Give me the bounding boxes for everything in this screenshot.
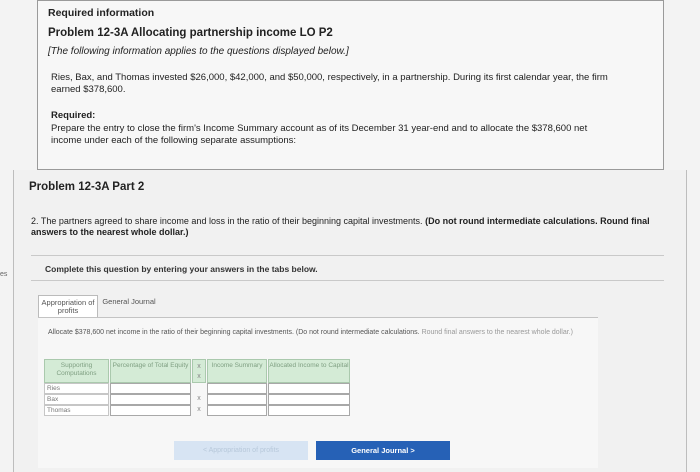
problem-title: Problem 12-3A Allocating partnership inc… — [48, 27, 333, 39]
header-supporting-computations: Supporting Computations — [44, 359, 109, 383]
thomas-allocated-input[interactable] — [268, 405, 350, 416]
ries-allocated-input[interactable] — [268, 383, 350, 394]
problem-part-panel: Problem 12-3A Part 2 2. The partners agr… — [13, 170, 687, 472]
bax-allocated-input[interactable] — [268, 394, 350, 405]
row-label-ries: Ries — [44, 383, 109, 394]
part-title: Problem 12-3A Part 2 — [29, 181, 145, 193]
ries-row-multiply-sign: x — [197, 373, 201, 380]
allocation-instructions-faint: Round final answers to the nearest whole… — [421, 329, 573, 336]
header-income-summary: Income Summary — [207, 359, 267, 383]
thomas-percentage-input[interactable] — [110, 405, 191, 416]
complete-instruction: Complete this question by entering your … — [31, 255, 664, 281]
ries-percentage-input[interactable] — [110, 383, 191, 394]
scenario-text: Ries, Bax, and Thomas invested $26,000, … — [51, 72, 608, 95]
required-text: Prepare the entry to close the firm's In… — [51, 123, 588, 146]
allocation-instructions-text: Allocate $378,600 net income in the rati… — [48, 329, 420, 336]
bax-multiply-sign: x — [197, 395, 201, 402]
thomas-multiply-sign: x — [197, 406, 201, 413]
side-mark: es — [0, 271, 8, 278]
header-allocated-income: Allocated Income to Capital — [268, 359, 350, 383]
allocation-instructions: Allocate $378,600 net income in the rati… — [48, 328, 588, 337]
required-label: Required: — [51, 110, 96, 121]
ries-multiply-sign — [192, 383, 206, 394]
bax-income-input[interactable] — [207, 394, 267, 405]
question-body: 2. The partners agreed to share income a… — [31, 216, 423, 226]
ries-income-input[interactable] — [207, 383, 267, 394]
applies-note: [The following information applies to th… — [48, 46, 349, 57]
tab-general-journal[interactable]: General Journal — [102, 295, 156, 317]
tab-appropriation-of-profits[interactable]: Appropriation of profits — [38, 295, 98, 317]
required-information-panel: Required information Problem 12-3A Alloc… — [37, 0, 664, 170]
bax-percentage-input[interactable] — [110, 394, 191, 405]
required-information-title: Required information — [48, 7, 155, 19]
row-label-thomas: Thomas — [44, 405, 109, 416]
row-label-bax: Bax — [44, 394, 109, 405]
question-text: 2. The partners agreed to share income a… — [31, 216, 661, 238]
thomas-income-input[interactable] — [207, 405, 267, 416]
prev-appropriation-button[interactable]: < Appropriation of profits — [174, 441, 308, 460]
header-percentage-total-equity: Percentage of Total Equity — [110, 359, 191, 383]
next-general-journal-button[interactable]: General Journal > — [316, 441, 450, 460]
